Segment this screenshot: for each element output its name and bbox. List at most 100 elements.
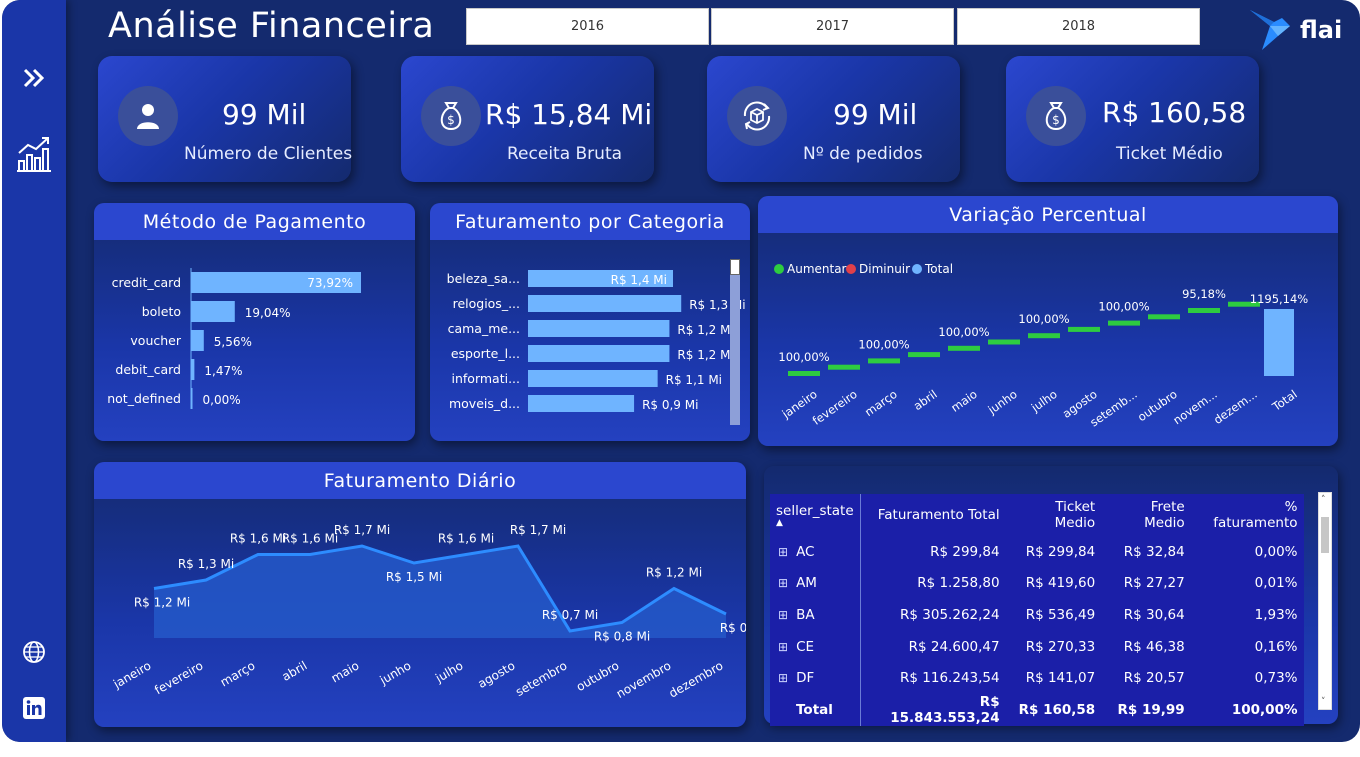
column-header-percent[interactable]: % faturamento (1191, 494, 1304, 536)
value-cell: R$ 270,33 (1025, 638, 1096, 655)
legend-label: Diminuir (859, 262, 910, 276)
total-cell: 100,00% (1231, 701, 1298, 718)
payment-chart: credit_card 73,92% boleto 19,04% voucher 5,56… (107, 268, 361, 409)
total-cell: R$ 15.843.553,24 (890, 693, 1000, 726)
waterfall-step-bar (908, 352, 940, 358)
linkedin-icon[interactable] (12, 686, 56, 730)
x-tick-label: março (218, 658, 258, 689)
table-row[interactable]: ⊞ AC R$ 299,84 R$ 299,84 R$ 32,84 0,00% (770, 536, 1304, 568)
x-tick-label: Total (1269, 387, 1300, 414)
year-filter-2018[interactable]: 2018 (957, 8, 1200, 45)
bar (528, 345, 670, 362)
kpi-card-clients: 99 Mil Número de Clientes (98, 56, 352, 182)
year-filter-2016[interactable]: 2016 (466, 8, 709, 45)
user-icon (118, 86, 178, 146)
table-row[interactable]: ⊞ DF R$ 116.243,54 R$ 141,07 R$ 20,57 0,73% (770, 662, 1304, 694)
data-label: 1195,14% (1250, 292, 1309, 306)
chart-icon[interactable] (12, 132, 56, 176)
column-header-faturamento[interactable]: Faturamento Total (860, 494, 1005, 536)
legend-marker (846, 264, 856, 274)
expand-row-icon[interactable]: ⊞ (778, 608, 788, 622)
bar (528, 295, 682, 312)
year-filter-2017[interactable]: 2017 (711, 8, 954, 45)
kpi-label: Nº de pedidos (803, 144, 923, 164)
expand-row-icon[interactable]: ⊞ (778, 545, 788, 559)
x-tick-label: fevereiro (810, 387, 860, 428)
data-label: 1,47% (204, 364, 242, 378)
data-label: 95,18% (1182, 287, 1226, 301)
state-cell: ⊞ AC (770, 536, 861, 568)
expand-row-icon[interactable]: ⊞ (778, 671, 788, 685)
x-tick-label: março (862, 387, 900, 419)
brand-logo: flai (1248, 6, 1358, 54)
x-tick-label: julho (432, 658, 465, 685)
column-header-frete[interactable]: Frete Medio (1101, 494, 1190, 536)
kpi-card-revenue: $ R$ 15,84 Mi Receita Bruta (401, 56, 654, 182)
value-cell: R$ 32,84 (1123, 543, 1185, 560)
expand-row-icon[interactable]: ⊞ (778, 576, 788, 590)
table-total-row: Total R$ 15.843.553,24 R$ 160,58 R$ 19,99 10… (770, 693, 1304, 726)
kpi-value: 99 Mil (833, 98, 918, 131)
waterfall-step-bar (1108, 320, 1140, 326)
bar (528, 395, 635, 412)
bar-label: cama_me... (448, 321, 520, 336)
variation-chart: Aumentar Diminuir Total100,00%janeirofever… (774, 262, 1309, 430)
daily-revenue-panel: Faturamento Diário R$ 1,2 Mi R$ 1,3 Mi R$ … (94, 462, 746, 727)
bar-label: voucher (130, 333, 181, 348)
data-label: R$ 1,4 Mi (611, 273, 667, 287)
data-label: R$ 0,7 Mi (542, 608, 598, 622)
value-cell: R$ 299,84 (930, 543, 1000, 560)
x-tick-label: setembro (513, 658, 569, 699)
kpi-value: R$ 15,84 Mi (485, 98, 653, 131)
table-header-row: seller_state ▲ Faturamento Total Ticket M… (770, 494, 1304, 536)
value-cell: R$ 536,49 (1025, 606, 1096, 623)
column-header-seller-state[interactable]: seller_state ▲ (770, 494, 861, 536)
table-row[interactable]: ⊞ AM R$ 1.258,80 R$ 419,60 R$ 27,27 0,01% (770, 567, 1304, 600)
state-table: seller_state ▲ Faturamento Total Ticket M… (770, 494, 1304, 726)
kpi-label: Ticket Médio (1116, 144, 1223, 164)
value-cell: R$ 299,84 (1025, 543, 1096, 560)
globe-icon[interactable] (12, 630, 56, 674)
category-chart: beleza_sa... R$ 1,4 Mirelogios_... R$ 1,3 … (447, 270, 746, 412)
bar-label: beleza_sa... (447, 271, 520, 286)
table-row[interactable]: ⊞ BA R$ 305.262,24 R$ 536,49 R$ 30,64 1,93% (770, 599, 1304, 631)
bar-label: relogios_... (453, 296, 520, 311)
data-label: 73,92% (307, 276, 353, 290)
table-scrollbar[interactable]: ˄ ˅ (1318, 492, 1332, 710)
waterfall-total-bar (1264, 309, 1294, 376)
x-tick-label: janeiro (110, 658, 153, 691)
data-label: R$ 1,2 Mi (677, 348, 733, 362)
data-label: R$ 0,9 Mi (720, 621, 746, 635)
x-tick-label: agosto (475, 658, 517, 690)
bar (191, 301, 235, 322)
brand-name: flai (1300, 16, 1342, 44)
sidebar (2, 0, 66, 742)
table-row[interactable]: ⊞ CE R$ 24.600,47 R$ 270,33 R$ 46,38 0,16% (770, 630, 1304, 663)
x-tick-label: dezem... (1211, 387, 1260, 427)
data-label: 0,00% (203, 393, 241, 407)
page-title: Análise Financeira (108, 6, 435, 46)
expand-row-icon[interactable]: ⊞ (778, 640, 788, 654)
column-header-ticket[interactable]: Ticket Medio (1006, 494, 1102, 536)
value-cell: R$ 141,07 (1025, 670, 1096, 687)
expand-icon[interactable] (12, 56, 56, 100)
x-tick-label: abril (279, 658, 309, 683)
category-panel: Faturamento por Categoria beleza_sa... R$… (430, 203, 750, 441)
bar-label: moveis_d... (449, 396, 520, 411)
waterfall-step-bar (828, 364, 860, 370)
svg-text:$: $ (1052, 113, 1060, 127)
value-cell: 1,93% (1254, 606, 1298, 623)
waterfall-step-bar (868, 358, 900, 364)
state-cell: ⊞ CE (770, 630, 861, 663)
kpi-value: R$ 160,58 (1102, 96, 1247, 129)
category-scrollbar[interactable] (730, 259, 740, 425)
state-cell: ⊞ BA (770, 599, 861, 631)
x-tick-label: abril (911, 387, 940, 413)
x-tick-label: novembro (614, 658, 674, 700)
value-cell: R$ 27,27 (1123, 575, 1185, 592)
total-label: Total (770, 693, 861, 726)
data-label: R$ 1,6 Mi (230, 532, 286, 546)
data-label: R$ 1,7 Mi (334, 523, 390, 537)
kpi-card-ticket: $ R$ 160,58 Ticket Médio (1006, 56, 1259, 182)
dashboard: Análise Financeira 2016 2017 2018 flai 9… (2, 0, 1360, 742)
